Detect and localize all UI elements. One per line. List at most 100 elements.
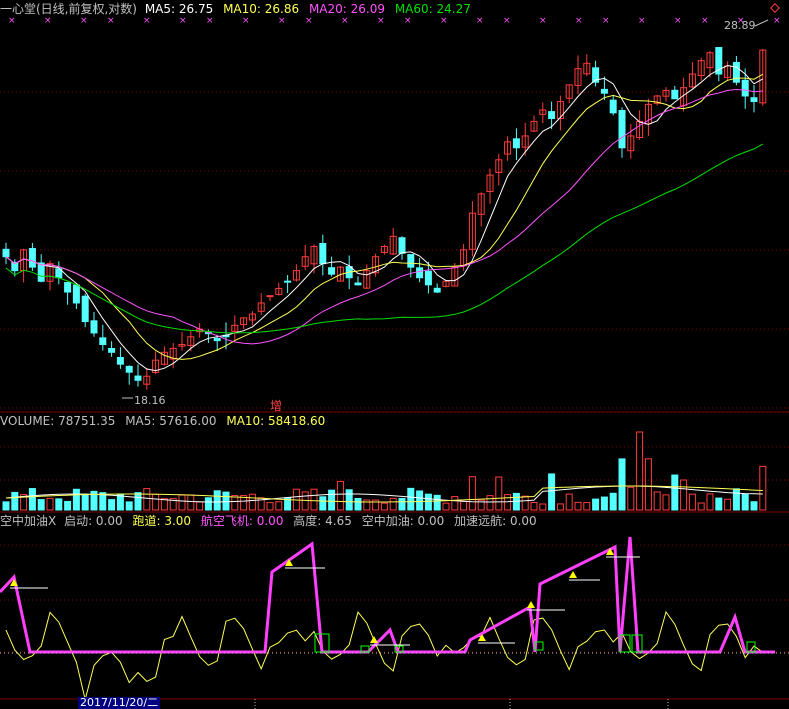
- volume-bar: [680, 479, 688, 511]
- volume-bar: [416, 490, 424, 511]
- top-marker: ×: [8, 16, 16, 26]
- volume-bar: [55, 498, 63, 511]
- volume-bar: [134, 492, 142, 511]
- volume-bar: [468, 476, 476, 511]
- volume-bar: [706, 493, 714, 511]
- volume-bar: [556, 503, 564, 511]
- volume-bar: [495, 476, 503, 511]
- volume-bar: [724, 498, 732, 511]
- volume-bar: [521, 495, 529, 511]
- ma10-line: [5, 73, 764, 360]
- volume-bar: [46, 497, 54, 511]
- indicator-kongzhong: 空中加油: 0.00: [361, 514, 445, 528]
- candle-body: [72, 284, 80, 304]
- volume-bar: [530, 502, 538, 511]
- stock-chart-window: × × × × × × × × × × × × × × × × × × × × × × × × 一心堂(日线,前复权,对数) …: [0, 0, 789, 709]
- volume-bar: [433, 494, 441, 511]
- volume-bar: [213, 490, 221, 511]
- ma5-line: [5, 64, 764, 372]
- volume-bar: [64, 500, 72, 511]
- top-marker: ×: [80, 16, 88, 26]
- volume-bar: [196, 501, 204, 511]
- top-marker: ×: [44, 16, 52, 26]
- signal-line: [0, 536, 775, 654]
- volume-bar: [248, 493, 256, 511]
- volume-bar: [319, 496, 327, 511]
- volume-bar: [407, 487, 415, 511]
- volume-bar: [627, 486, 635, 511]
- volume-bar: [504, 494, 512, 511]
- candle-body: [108, 347, 116, 353]
- volume-bar: [275, 501, 283, 511]
- candle-body: [732, 62, 740, 83]
- volume-bar: [328, 489, 336, 511]
- volume-bar: [671, 474, 679, 511]
- top-marker: ×: [701, 16, 709, 26]
- ma60-line: [5, 143, 764, 334]
- top-marker: ×: [773, 16, 781, 26]
- volume-bar: [688, 493, 696, 511]
- top-marker: ×: [305, 16, 313, 26]
- ma5-value: MA5: 26.75: [144, 2, 214, 16]
- high-arrow: [754, 19, 769, 27]
- indicator-name: 空中加油X: [0, 514, 57, 528]
- volume-ma10: MA10: 58418.60: [226, 414, 326, 428]
- volume-bar: [354, 497, 362, 511]
- volume-bar: [380, 502, 388, 511]
- volume-bar: [204, 497, 212, 511]
- indicator-qidong: 启动: 0.00: [64, 514, 123, 528]
- volume-value: VOLUME: 78751.35: [0, 414, 116, 428]
- candle-body: [618, 109, 626, 149]
- volume-bar: [442, 502, 450, 511]
- candle-body: [90, 320, 98, 334]
- top-marker: ×: [440, 16, 448, 26]
- top-marker: ×: [341, 16, 349, 26]
- cursor-date-label: 2017/11/20/二: [78, 696, 161, 709]
- volume-bar: [741, 493, 749, 511]
- volume-bar: [37, 499, 45, 511]
- triangle-marker: [569, 571, 577, 578]
- candle-body: [284, 280, 292, 283]
- volume-bar: [486, 495, 494, 511]
- candle-body: [671, 89, 679, 100]
- candle-body: [750, 97, 758, 103]
- volume-bar: [609, 492, 617, 511]
- triangle-marker: [527, 601, 535, 608]
- top-marker: ×: [476, 16, 484, 26]
- volume-bar: [759, 465, 767, 511]
- candle-body: [548, 111, 556, 120]
- candle-body: [2, 248, 10, 258]
- top-marker: ×: [674, 16, 682, 26]
- volume-bar: [398, 497, 406, 511]
- volume-bar: [178, 494, 186, 511]
- candle-body: [600, 88, 608, 94]
- main-title: 一心堂(日线,前复权,对数): [0, 2, 137, 16]
- volume-bar: [636, 431, 644, 511]
- top-marker: ×: [179, 16, 187, 26]
- last-marker: [770, 3, 780, 13]
- top-marker: ×: [206, 16, 214, 26]
- volume-bar: [28, 488, 36, 511]
- volume-bar: [451, 496, 459, 511]
- volume-bar: [11, 491, 19, 511]
- volume-bar: [653, 491, 661, 511]
- volume-bar: [460, 500, 468, 511]
- candle-body: [134, 375, 142, 381]
- indicator-hangkong: 航空飞机: 0.00: [200, 514, 284, 528]
- zeng-badge: 增: [270, 399, 283, 413]
- volume-bar: [644, 458, 652, 511]
- volume-bar: [81, 493, 89, 511]
- volume-ma5: MA5: 57616.00: [125, 414, 217, 428]
- ma60-value: MA60: 24.27: [394, 2, 471, 16]
- candle-body: [266, 295, 274, 298]
- top-marker: ×: [602, 16, 610, 26]
- volume-bar: [424, 493, 432, 511]
- volume-bar: [539, 503, 547, 511]
- chart-canvas[interactable]: × × × × × × × × × × × × × × × × × × × × × × × ×: [0, 0, 789, 709]
- candle-body: [424, 270, 432, 286]
- volume-bar: [715, 497, 723, 511]
- top-marker: ×: [575, 16, 583, 26]
- volume-bar: [2, 501, 10, 511]
- candle-body: [407, 254, 415, 268]
- volume-bar: [389, 497, 397, 511]
